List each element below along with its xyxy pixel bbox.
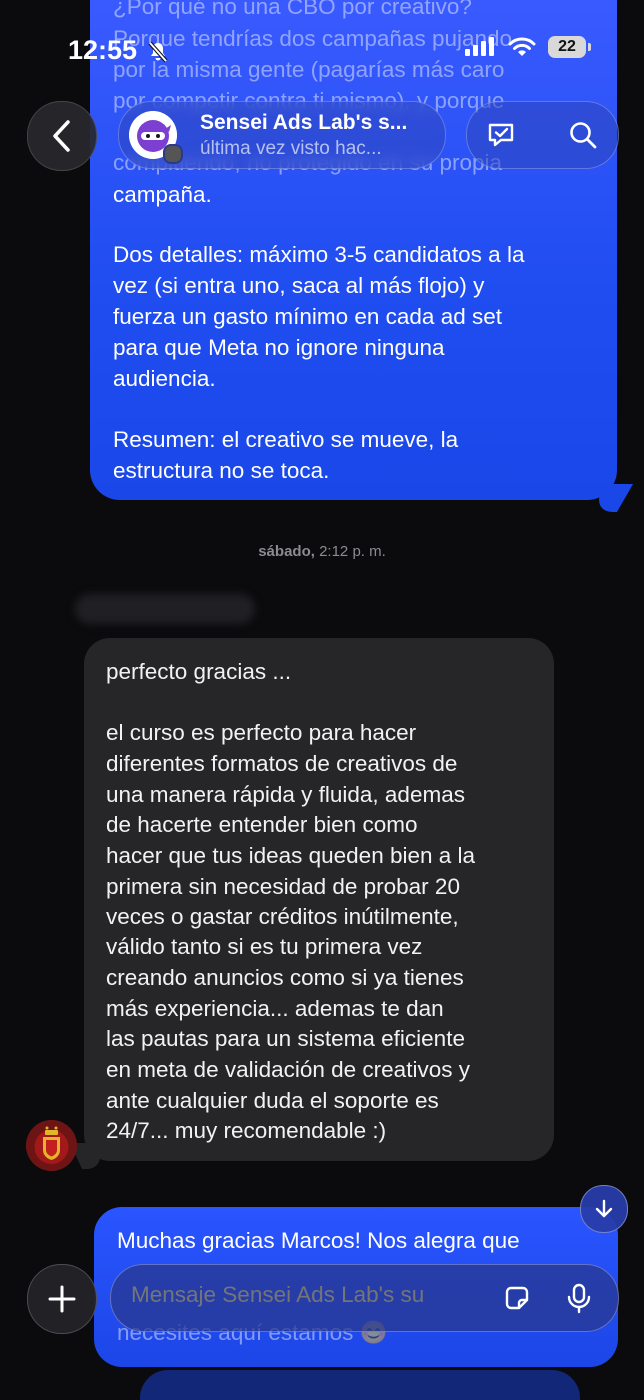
message-text-line: ante cualquier duda el soporte es: [106, 1088, 439, 1113]
message-text-line: 24/7... muy recomendable :): [106, 1118, 387, 1143]
message-text-line: una manera rápida y fluida, ademas: [106, 782, 465, 807]
message-text-line: estructura no se toca.: [113, 458, 330, 483]
wifi-icon: [508, 37, 536, 56]
bell-muted-icon: [148, 41, 168, 63]
message-text-line: Muchas gracias Marcos! Nos alegra que: [117, 1228, 520, 1253]
search-icon[interactable]: [567, 119, 599, 151]
message-text-line: para que Meta no ignore ninguna: [113, 335, 445, 360]
message-input[interactable]: [131, 1282, 491, 1308]
status-icons: 22: [464, 36, 591, 58]
message-text-line: primera sin necesidad de probar 20: [106, 874, 460, 899]
message-text-line: ¿Por qué no una CBO por creativo?: [113, 0, 472, 19]
message-text-line: vez (si entra uno, saca al más flojo) y: [113, 273, 485, 298]
sender-name-redacted: [75, 594, 255, 624]
message-text-line: hacer que tus ideas queden bien a la: [106, 843, 476, 868]
message-text-line: en meta de validación de creativos y: [106, 1057, 470, 1082]
message-text-line: perfecto gracias ...: [106, 659, 292, 684]
back-button[interactable]: [27, 101, 97, 171]
message-text-line: por la misma gente (pagarías más caro: [113, 57, 505, 82]
sender-avatar[interactable]: [26, 1120, 77, 1171]
outgoing-message-bubble: [140, 1370, 580, 1400]
header-actions: [466, 101, 619, 169]
microphone-icon[interactable]: [563, 1282, 595, 1314]
add-attachment-button[interactable]: [27, 1264, 97, 1334]
battery-indicator: 22: [548, 36, 591, 58]
message-text-line: audiencia.: [113, 366, 216, 391]
presence-dot: [163, 144, 183, 164]
message-text-line: el curso es perfecto para hacer: [106, 720, 417, 745]
crest-icon: [26, 1120, 77, 1171]
status-time: 12:55: [68, 35, 138, 65]
date-separator: sábado, 2:12 p. m.: [0, 543, 644, 560]
arrow-down-icon: [595, 1199, 613, 1218]
message-text-line: fuerza un gasto mínimo en cada ad set: [113, 304, 502, 329]
last-seen-status: última vez visto hac...: [200, 138, 382, 159]
message-text-line: de hacerte entender bien como: [106, 812, 418, 837]
scroll-to-bottom-button[interactable]: [580, 1185, 628, 1233]
shield-check-icon[interactable]: [485, 119, 517, 151]
message-text-line: Resumen: el creativo se mueve, la: [113, 427, 459, 452]
message-text-line: válido tanto si es tu primera vez: [106, 934, 423, 959]
chat-name: Sensei Ads Lab's s...: [200, 111, 408, 134]
message-text-line: diferentes formatos de creativos de: [106, 751, 458, 776]
message-text-line: más experiencia... ademas te dan: [106, 996, 444, 1021]
signal-icon: [465, 37, 494, 56]
chat-screen: ¿Por qué no una CBO por creativo? Porque…: [0, 0, 644, 1400]
sticker-icon[interactable]: [501, 1282, 533, 1314]
chat-header-contact[interactable]: Sensei Ads Lab's s... última vez visto h…: [118, 101, 446, 169]
message-text-line: Dos detalles: máximo 3-5 candidatos a la: [113, 242, 525, 267]
message-composer: [110, 1264, 619, 1332]
plus-icon: [48, 1285, 76, 1313]
message-text-line: las pautas para un sistema eficiente: [106, 1026, 465, 1051]
date-time: 2:12 p. m.: [319, 543, 386, 560]
date-day: sábado,: [258, 543, 315, 560]
chevron-left-icon: [53, 120, 70, 152]
message-text-line: veces o gastar créditos inútilmente,: [106, 904, 459, 929]
bubble-tail: [588, 484, 634, 512]
message-text-line: creando anuncios como si ya tienes: [106, 965, 464, 990]
message-text-line: campaña.: [113, 182, 212, 207]
